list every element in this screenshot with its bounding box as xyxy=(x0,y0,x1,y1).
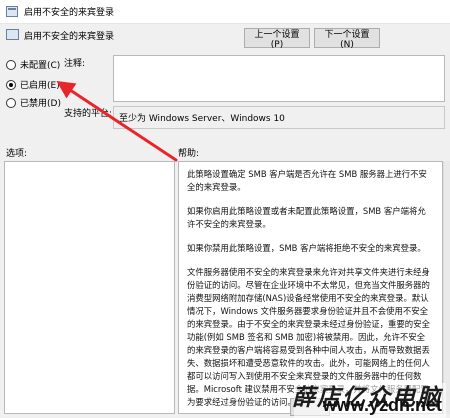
policy-name: 启用不安全的来宾登录 xyxy=(24,32,115,42)
radio-disabled[interactable]: 已禁用(D) xyxy=(6,96,61,109)
radio-enabled[interactable]: 已启用(E) xyxy=(6,78,60,91)
comment-field[interactable] xyxy=(113,55,445,102)
next-setting-button[interactable]: 下一个设置(N) xyxy=(314,28,380,50)
help-label: 帮助: xyxy=(178,149,200,159)
help-scrollbar[interactable] xyxy=(443,161,450,414)
previous-setting-button[interactable]: 上一个设置(P) xyxy=(244,28,310,50)
policy-icon xyxy=(6,29,19,40)
radio-not-configured[interactable]: 未配置(C) xyxy=(6,58,60,71)
policy-window-icon xyxy=(6,6,18,17)
help-panel[interactable]: 此策略设置确定 SMB 客户端是否允许在 SMB 服务器上进行不安全的来宾登录。… xyxy=(178,161,443,414)
supported-on-value: 至少为 Windows Server、Windows 10 xyxy=(113,106,445,129)
help-paragraph: 如果你禁用此策略设置，SMB 客户端将拒绝不安全的来宾登录。 xyxy=(187,243,426,253)
radio-button[interactable] xyxy=(6,97,16,108)
radio-label: 未配置(C) xyxy=(20,61,61,71)
radio-button[interactable] xyxy=(6,59,16,70)
radio-label: 已禁用(D) xyxy=(20,99,61,109)
radio-label: 已启用(E) xyxy=(20,81,60,91)
supported-on-label: 支持的平台: xyxy=(64,109,113,119)
watermark-url: www.yzdn.net xyxy=(322,395,442,415)
options-panel[interactable] xyxy=(4,161,175,414)
options-label: 选项: xyxy=(6,149,28,159)
radio-button-checked[interactable] xyxy=(6,79,16,90)
window-title: 启用不安全的来宾登录 xyxy=(24,8,115,18)
help-paragraph: 此策略设置确定 SMB 客户端是否允许在 SMB 服务器上进行不安全的来宾登录。 xyxy=(187,169,427,192)
comment-label: 注释: xyxy=(64,59,86,69)
help-paragraph: 如果你启用此策略设置或者未配置此策略设置，SMB 客户端将允许不安全的来宾登录。 xyxy=(187,206,426,229)
